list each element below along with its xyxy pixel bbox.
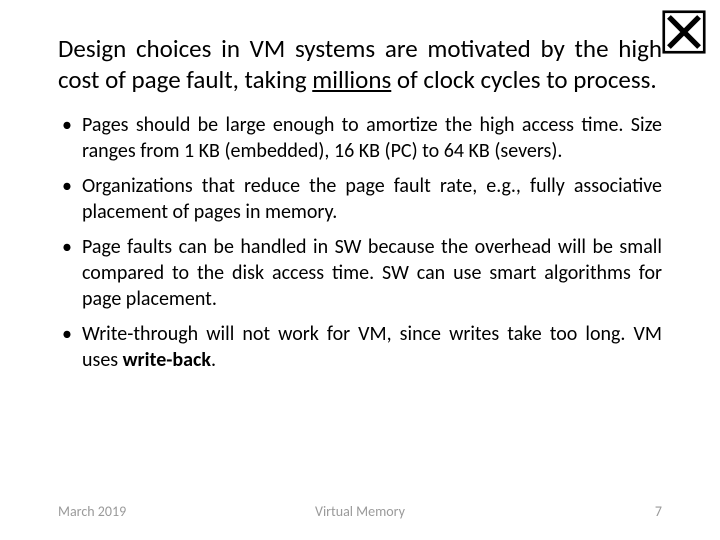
technion-aleph-logo	[662, 10, 706, 54]
list-item: Organizations that reduce the page fault…	[58, 174, 662, 225]
bullet-list: Pages should be large enough to amortize…	[58, 113, 662, 373]
footer-title: Virtual Memory	[58, 503, 662, 520]
list-item: Write-through will not work for VM, sinc…	[58, 322, 662, 373]
slide: Design choices in VM systems are motivat…	[0, 0, 720, 540]
list-item: Page faults can be handled in SW because…	[58, 235, 662, 312]
list-item: Pages should be large enough to amortize…	[58, 113, 662, 164]
slide-title: Design choices in VM systems are motivat…	[58, 34, 662, 95]
footer-date: March 2019	[58, 503, 126, 520]
footer-page-number: 7	[655, 503, 662, 520]
slide-footer: March 2019 Virtual Memory 7	[58, 503, 662, 520]
